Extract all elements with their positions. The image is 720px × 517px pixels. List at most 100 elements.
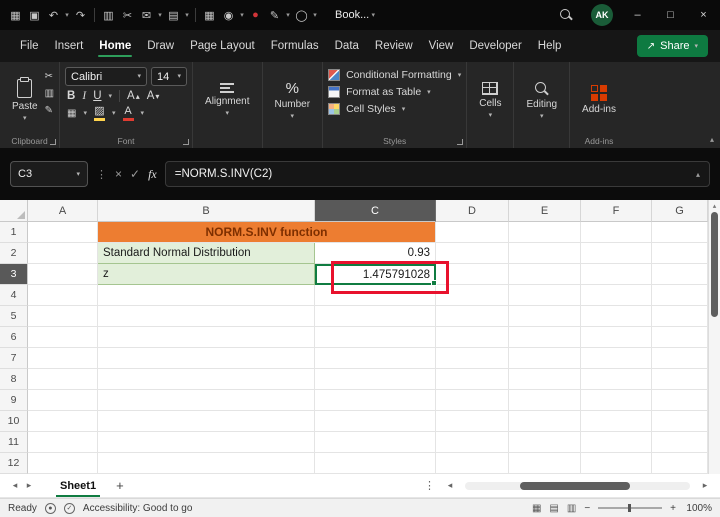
cell[interactable]: [581, 432, 652, 453]
cell[interactable]: [652, 306, 708, 327]
cell[interactable]: [436, 432, 509, 453]
row-header[interactable]: 5: [0, 306, 28, 327]
cell[interactable]: [315, 453, 436, 474]
close-button[interactable]: ×: [687, 0, 720, 30]
paste-button[interactable]: Paste ▾: [5, 67, 45, 133]
normal-view-icon[interactable]: ▦: [532, 503, 541, 514]
cell[interactable]: [581, 369, 652, 390]
cell[interactable]: [28, 306, 98, 327]
collapse-formula-bar-icon[interactable]: ▴: [696, 170, 700, 179]
avatar[interactable]: AK: [591, 4, 613, 26]
cell[interactable]: [652, 264, 708, 285]
camera-icon[interactable]: ◉: [219, 1, 238, 29]
cell[interactable]: [509, 369, 581, 390]
hscroll-left-icon[interactable]: ◂: [443, 480, 457, 491]
cut-icon[interactable]: ✂: [118, 1, 137, 29]
add-sheet-button[interactable]: +: [116, 478, 124, 493]
cell[interactable]: [652, 411, 708, 432]
record-icon[interactable]: ●: [246, 1, 265, 29]
cell[interactable]: [581, 348, 652, 369]
cell[interactable]: [509, 222, 581, 243]
zoom-out-button[interactable]: −: [584, 503, 590, 514]
format-as-table-button[interactable]: Format as Table ▾: [328, 86, 461, 98]
cell[interactable]: [98, 432, 315, 453]
editing-button[interactable]: Editing ▾: [519, 67, 564, 133]
collapse-ribbon-icon[interactable]: ▴: [710, 135, 714, 144]
cell[interactable]: [652, 453, 708, 474]
cell[interactable]: [28, 432, 98, 453]
fill-handle[interactable]: [431, 280, 437, 286]
save-icon[interactable]: ▣: [25, 1, 44, 29]
cell[interactable]: [98, 285, 315, 306]
cell[interactable]: [98, 348, 315, 369]
sheet-nav-left-icon[interactable]: ◂: [8, 480, 22, 491]
cell[interactable]: [652, 369, 708, 390]
cell[interactable]: [436, 390, 509, 411]
cell[interactable]: [652, 222, 708, 243]
borders-chevron-icon[interactable]: ▾: [83, 110, 87, 117]
tab-insert[interactable]: Insert: [47, 31, 92, 61]
cell[interactable]: [652, 327, 708, 348]
cell[interactable]: [315, 432, 436, 453]
row-header[interactable]: 1: [0, 222, 28, 243]
cell[interactable]: [581, 222, 652, 243]
cell[interactable]: [28, 411, 98, 432]
cell[interactable]: [509, 390, 581, 411]
cell-b2[interactable]: Standard Normal Distribution: [98, 243, 315, 264]
vertical-scrollbar-thumb[interactable]: [711, 212, 718, 317]
cell[interactable]: [436, 411, 509, 432]
page-break-view-icon[interactable]: ▥: [567, 503, 576, 514]
borders-button[interactable]: ▦: [67, 107, 76, 120]
row-header[interactable]: 2: [0, 243, 28, 264]
share-button[interactable]: ↗ Share ▾: [637, 35, 708, 57]
cell[interactable]: [315, 390, 436, 411]
row-header[interactable]: 4: [0, 285, 28, 306]
cell[interactable]: [315, 327, 436, 348]
italic-button[interactable]: I: [82, 90, 86, 102]
column-header-g[interactable]: G: [652, 200, 708, 222]
cell[interactable]: [581, 264, 652, 285]
workbook-title[interactable]: Book...: [335, 9, 369, 21]
cell[interactable]: [98, 453, 315, 474]
tab-review[interactable]: Review: [367, 31, 421, 61]
cell[interactable]: [28, 390, 98, 411]
cell[interactable]: [652, 285, 708, 306]
cell[interactable]: [436, 453, 509, 474]
decrease-font-button[interactable]: A▾: [147, 90, 160, 102]
format-painter-button[interactable]: ✎: [45, 104, 54, 117]
cell[interactable]: [581, 327, 652, 348]
cell[interactable]: [28, 453, 98, 474]
cell[interactable]: [28, 243, 98, 264]
tab-home[interactable]: Home: [91, 31, 139, 61]
zoom-slider-thumb[interactable]: [628, 504, 631, 512]
cell[interactable]: [28, 264, 98, 285]
cell[interactable]: [436, 369, 509, 390]
tab-data[interactable]: Data: [327, 31, 367, 61]
mail-chevron-icon[interactable]: ▾: [156, 11, 164, 19]
cell[interactable]: [509, 432, 581, 453]
formula-input[interactable]: =NORM.S.INV(C2) ▴: [165, 161, 710, 187]
tab-file[interactable]: File: [12, 31, 47, 61]
mail-icon[interactable]: ✉: [137, 1, 156, 29]
cell-title-b1c1[interactable]: NORM.S.INV function: [98, 222, 436, 243]
tab-view[interactable]: View: [421, 31, 462, 61]
cell[interactable]: [436, 243, 509, 264]
cell[interactable]: [581, 285, 652, 306]
cell[interactable]: [28, 222, 98, 243]
maximize-button[interactable]: □: [654, 0, 687, 30]
cut-button[interactable]: ✂: [45, 70, 54, 83]
undo-chevron-icon[interactable]: ▾: [63, 11, 71, 19]
clipboard-dialog-launcher-icon[interactable]: [50, 139, 56, 145]
vertical-scrollbar[interactable]: ▴: [708, 200, 720, 474]
row-header[interactable]: 3: [0, 264, 28, 285]
page-layout-view-icon[interactable]: ▤: [549, 503, 558, 514]
pen-icon[interactable]: ✎: [265, 1, 284, 29]
horizontal-scrollbar[interactable]: [465, 482, 690, 490]
cell[interactable]: [28, 369, 98, 390]
cancel-entry-icon[interactable]: ×: [115, 167, 122, 181]
search-icon[interactable]: [559, 8, 573, 22]
row-header[interactable]: 12: [0, 453, 28, 474]
cell[interactable]: [652, 432, 708, 453]
font-name-select[interactable]: Calibri ▾: [65, 67, 147, 86]
column-header-c[interactable]: C: [315, 200, 436, 222]
